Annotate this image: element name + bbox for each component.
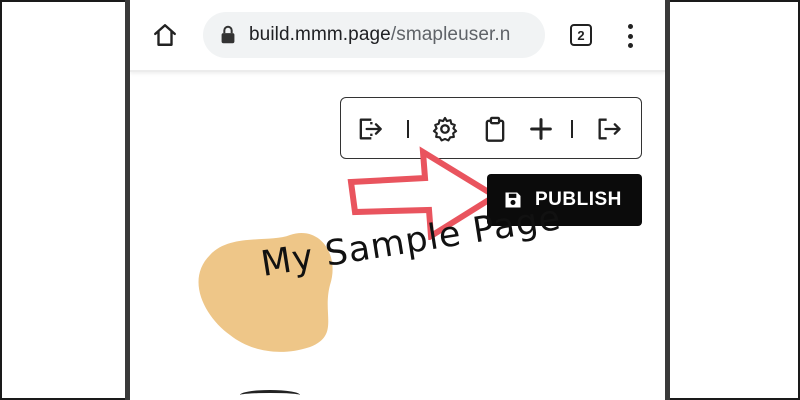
phone-screen: build.mmm.page/smapleuser.n 2 PUBLISH My… — [125, 0, 670, 400]
url-path: /smapleuser.n — [390, 24, 511, 45]
tab-switcher-button[interactable]: 2 — [570, 24, 592, 46]
toolbar-divider — [407, 120, 409, 138]
home-icon — [154, 24, 176, 46]
tab-count-label: 2 — [577, 27, 585, 43]
clipboard-icon[interactable] — [481, 115, 509, 143]
lock-icon — [221, 25, 235, 44]
browser-toolbar: build.mmm.page/smapleuser.n 2 — [130, 0, 665, 72]
gear-icon[interactable] — [431, 115, 459, 143]
plus-icon[interactable] — [527, 115, 555, 143]
home-button[interactable] — [150, 20, 180, 50]
logout-icon[interactable] — [595, 115, 623, 143]
url-text: build.mmm.page/smapleuser.n — [249, 24, 510, 46]
address-bar[interactable]: build.mmm.page/smapleuser.n — [203, 12, 545, 58]
export-icon[interactable] — [355, 115, 383, 143]
toolbar-divider — [571, 120, 573, 138]
url-host: build.mmm.page — [249, 24, 391, 45]
bottom-element-hint — [240, 390, 300, 400]
more-options-icon[interactable] — [624, 22, 636, 50]
